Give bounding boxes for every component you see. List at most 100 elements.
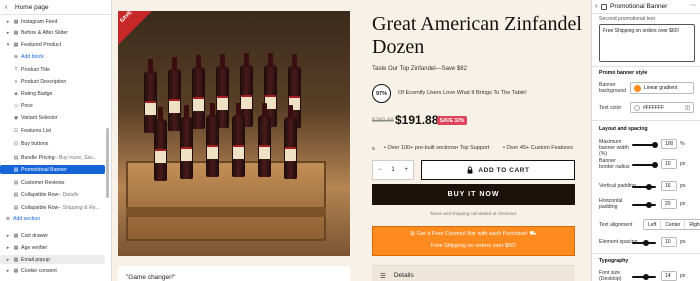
slider-knob[interactable] xyxy=(643,274,649,280)
sidebar-item[interactable]: ▸ ▦ Age verifier xyxy=(0,243,105,252)
sidebar-item[interactable]: ◈ Rating Badge xyxy=(0,89,105,98)
align-center-option[interactable]: Center xyxy=(661,220,686,229)
sidebar-item[interactable]: ▾ ▦ Featured Product xyxy=(0,40,105,49)
sections-sidebar: ‹ Home page ▸ ▦ Instagram Feed ▸ ▦ Before & A… xyxy=(0,0,112,281)
chevron-right-icon[interactable]: ▸ xyxy=(5,19,11,25)
slider-knob[interactable] xyxy=(646,184,652,190)
sidebar-scrollbar[interactable] xyxy=(106,128,109,198)
sidebar-item[interactable]: ▸ ▦ Instagram Feed xyxy=(0,17,105,26)
bottle-label xyxy=(181,147,192,161)
sidebar-item[interactable]: ▸ ▦ Cookie consent xyxy=(0,266,105,275)
review-card: "Game changer!" xyxy=(118,266,350,281)
vpad-input[interactable]: 16 xyxy=(661,181,677,191)
sidebar-item[interactable]: ▤ Collapsible Row – Shipping & Re... xyxy=(0,203,105,212)
qty-plus-button[interactable]: + xyxy=(404,167,408,173)
sidebar-item-label: Product Title xyxy=(21,66,50,73)
slider-knob[interactable] xyxy=(652,162,658,168)
sidebar-item[interactable]: ◇ Price xyxy=(0,101,105,110)
page-selector[interactable]: Home page xyxy=(15,4,49,11)
sidebar-item[interactable]: ⊕ Add block xyxy=(0,52,105,61)
spacing-slider[interactable] xyxy=(632,240,656,246)
slider-knob[interactable] xyxy=(652,142,658,148)
picker-icon[interactable]: ◫ xyxy=(685,105,690,111)
sidebar-item[interactable]: ▸ ▦ Before & After Slider xyxy=(0,28,105,37)
sidebar-item[interactable]: ▤ Bundle Pricing – Buy more, Sav... xyxy=(0,153,105,162)
text-color-field[interactable]: #FFFFFF ◫ xyxy=(630,102,694,113)
collapsible-details[interactable]: ☰ Details xyxy=(372,265,575,281)
sidebar-item[interactable]: ☷ Features List xyxy=(0,126,105,135)
sidebar-item[interactable]: ≡ Product Description xyxy=(0,77,105,86)
chevron-right-icon[interactable]: ▸ xyxy=(5,245,11,251)
align-right-option[interactable]: Right xyxy=(685,220,700,229)
sidebar-item-label: Add section xyxy=(13,215,41,222)
product-title: Great American Zinfandel Dozen xyxy=(372,13,582,58)
sidebar-item-label: Instagram Feed xyxy=(21,18,58,25)
sidebar-item-label: Cookie consent xyxy=(21,267,57,274)
hpad-slider[interactable] xyxy=(632,202,656,208)
chevron-right-icon[interactable]: ▸ xyxy=(5,257,11,263)
px-unit: px xyxy=(680,183,686,189)
vpad-value: 16 xyxy=(665,183,671,189)
review-quote: "Game changer!" xyxy=(126,274,176,281)
radius-slider[interactable] xyxy=(632,162,658,168)
divider xyxy=(592,253,700,254)
chevron-down-icon[interactable]: ▾ xyxy=(5,42,11,48)
sidebar-item-label: Collapsible Row xyxy=(21,204,59,211)
sidebar-item[interactable]: ▤ Promotional Banner xyxy=(0,165,105,174)
spacing-input[interactable]: 10 xyxy=(661,237,677,247)
px-unit: px xyxy=(680,273,686,279)
promo-line-1: ⊞ Get a Free Coconut Bar with each Purch… xyxy=(372,231,575,238)
sidebar-item[interactable]: ▸ ▦ Email popup xyxy=(0,255,105,264)
details-label: Details xyxy=(393,272,414,279)
white-swatch xyxy=(634,104,640,111)
qty-value[interactable]: 1 xyxy=(391,167,394,173)
slider-knob[interactable] xyxy=(646,202,652,208)
add-to-cart-button[interactable]: ADD TO CART xyxy=(421,160,575,180)
chevron-right-icon[interactable]: ▸ xyxy=(5,233,11,239)
vpad-label: Vertical padding xyxy=(599,183,636,189)
font-size-slider[interactable] xyxy=(632,274,656,280)
sidebar-item[interactable]: ▤ Collapsible Row – Details xyxy=(0,190,105,199)
second-text-field[interactable]: Free Shipping on orders over $60! xyxy=(599,24,695,62)
font-size-input[interactable]: 14 xyxy=(661,271,677,281)
vpad-slider[interactable] xyxy=(632,184,656,190)
second-text-label: Second promotional text xyxy=(599,16,655,22)
chevron-right-icon[interactable]: ▸ xyxy=(5,268,11,274)
max-width-slider[interactable] xyxy=(632,142,658,148)
sidebar-item[interactable]: ◉ Variant Selector xyxy=(0,113,105,122)
divider xyxy=(592,13,700,14)
compare-price: $283.88 xyxy=(372,118,394,124)
max-width-input[interactable]: 100 xyxy=(661,139,677,149)
align-left-option[interactable]: Left xyxy=(644,220,662,229)
typo-heading: Typography xyxy=(599,258,629,264)
wine-bottle xyxy=(284,105,297,179)
chevron-right-icon[interactable]: ▸ xyxy=(5,30,11,36)
back-arrow-icon[interactable]: ‹ xyxy=(5,4,12,11)
text-color-value: #FFFFFF xyxy=(643,104,665,111)
panel-title: Promotional Banner xyxy=(610,3,668,10)
sidebar-item-label: Add block xyxy=(21,53,44,60)
sidebar-item[interactable]: ⊕ Add section xyxy=(0,214,105,223)
slider-knob[interactable] xyxy=(643,240,649,246)
radius-input[interactable]: 10 xyxy=(661,159,677,169)
align-segmented: Left Center Right xyxy=(643,219,700,230)
more-icon[interactable]: ⋯ xyxy=(690,2,696,9)
qty-minus-button[interactable]: − xyxy=(378,167,382,173)
bg-label: Banner background xyxy=(599,82,627,94)
bg-select[interactable]: Linear gradient xyxy=(630,82,694,94)
sidebar-item[interactable]: ▤ Customer Reviews xyxy=(0,178,105,187)
sidebar-item[interactable]: T Product Title xyxy=(0,65,105,74)
wine-bottle xyxy=(154,107,167,181)
hpad-input[interactable]: 20 xyxy=(661,199,677,209)
bottle-label xyxy=(193,97,204,111)
back-icon[interactable]: ‹ xyxy=(595,3,597,10)
product-image[interactable] xyxy=(118,11,350,256)
sidebar-item-label: Before & After Slider xyxy=(21,29,68,36)
sidebar-item[interactable]: ⊡ Buy buttons xyxy=(0,139,105,148)
sidebar-item-label: Rating Badge xyxy=(21,90,53,97)
bottle-label xyxy=(285,147,296,161)
sidebar-header[interactable]: ‹ Home page xyxy=(0,0,111,15)
bottle-label xyxy=(259,145,270,159)
buy-now-button[interactable]: BUY IT NOW xyxy=(372,184,575,205)
sidebar-item[interactable]: ▸ ▦ Cart drawer xyxy=(0,231,105,240)
